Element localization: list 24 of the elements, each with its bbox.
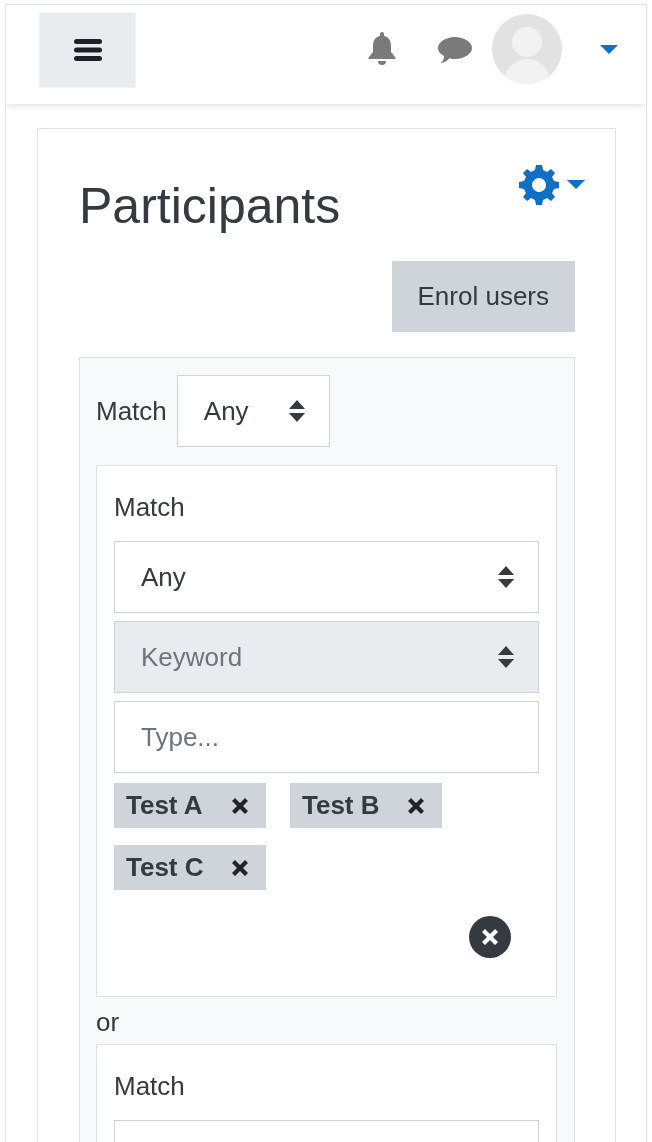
- settings-menu-button[interactable]: [519, 165, 585, 205]
- text-input-field[interactable]: Type...: [114, 701, 539, 773]
- joiner-text: or: [96, 1007, 121, 1038]
- menu-button[interactable]: [39, 11, 136, 88]
- caret-icon: [600, 44, 618, 55]
- tag-chip[interactable]: Test A: [114, 783, 266, 828]
- tag-chip[interactable]: Test B: [290, 783, 442, 828]
- bell-icon[interactable]: [366, 32, 398, 65]
- menu-icon: [73, 37, 102, 62]
- chat-bubble-icon[interactable]: [438, 36, 472, 65]
- match-select[interactable]: Any: [114, 541, 539, 613]
- page-title: Participants: [79, 177, 341, 235]
- match-label: Match: [96, 395, 167, 427]
- remove-row-icon[interactable]: [469, 916, 511, 958]
- match-label: Match: [114, 1071, 186, 1102]
- tag-chip[interactable]: Test C: [114, 845, 266, 890]
- caret-icon: [567, 180, 585, 190]
- settings-icon: [519, 165, 559, 205]
- enrol-users-button[interactable]: Enrol users: [391, 261, 575, 332]
- up-down-arrows-icon: [288, 400, 305, 422]
- match-label: Match: [114, 492, 186, 523]
- match-select[interactable]: Any: [176, 375, 330, 447]
- up-down-arrows-icon: [498, 646, 514, 668]
- up-down-arrows-icon: [498, 566, 514, 588]
